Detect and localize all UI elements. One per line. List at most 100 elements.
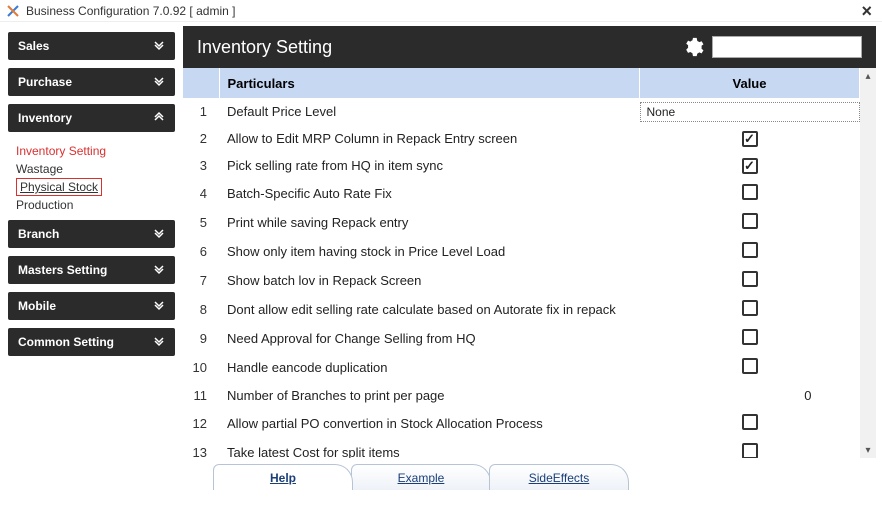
row-label: Allow to Edit MRP Column in Repack Entry… [219,125,640,152]
value-checkbox[interactable] [742,271,758,287]
sidebar-section-purchase[interactable]: Purchase [8,68,175,96]
tab-example[interactable]: Example [351,464,491,490]
page-title: Inventory Setting [197,37,332,58]
tab-sideeffects[interactable]: SideEffects [489,464,629,490]
row-value-cell [640,237,860,266]
row-value-cell [640,438,860,458]
value-checkbox[interactable] [742,358,758,374]
chevron-down-icon [153,39,165,53]
vertical-scrollbar[interactable]: ▴ ▾ [860,68,876,458]
table-row[interactable]: 8Dont allow edit selling rate calculate … [183,295,860,324]
chevron-down-icon [153,263,165,277]
sidebar-item-wastage[interactable]: Wastage [16,160,175,178]
table-row[interactable]: 12Allow partial PO convertion in Stock A… [183,409,860,438]
value-dropdown[interactable]: None [640,102,860,122]
value-checkbox[interactable] [742,213,758,229]
row-value-cell [640,152,860,179]
sidebar-section-inventory[interactable]: Inventory [8,104,175,132]
table-row[interactable]: 2Allow to Edit MRP Column in Repack Entr… [183,125,860,152]
chevron-down-icon [153,75,165,89]
column-header-number [183,68,219,98]
table-row[interactable]: 1Default Price LevelNone [183,98,860,125]
row-label: Default Price Level [219,98,640,125]
tab-label: SideEffects [529,471,590,485]
row-label: Handle eancode duplication [219,353,640,382]
window-titlebar: Business Configuration 7.0.92 [ admin ] … [0,0,882,22]
sidebar-section-mobile[interactable]: Mobile [8,292,175,320]
row-value-cell: None [640,98,860,125]
value-checkbox[interactable] [742,242,758,258]
sidebar-section-masters-setting[interactable]: Masters Setting [8,256,175,284]
value-checkbox[interactable] [742,443,758,458]
sidebar-item-physical-stock[interactable]: Physical Stock [16,178,102,196]
table-row[interactable]: 7Show batch lov in Repack Screen [183,266,860,295]
row-value-cell [640,353,860,382]
table-row[interactable]: 11Number of Branches to print per page0 [183,382,860,409]
chevron-down-icon [153,335,165,349]
sidebar-section-common-setting[interactable]: Common Setting [8,328,175,356]
column-header-value: Value [640,68,860,98]
table-row[interactable]: 5Print while saving Repack entry [183,208,860,237]
row-value-cell [640,125,860,152]
table-row[interactable]: 6Show only item having stock in Price Le… [183,237,860,266]
bottom-tabs: Help Example SideEffects [183,464,876,490]
row-label: Show only item having stock in Price Lev… [219,237,640,266]
row-value-cell [640,295,860,324]
value-checkbox[interactable] [742,131,758,147]
row-number: 12 [183,409,219,438]
sidebar-item-production[interactable]: Production [16,196,175,214]
row-number: 13 [183,438,219,458]
row-label: Allow partial PO convertion in Stock All… [219,409,640,438]
sidebar-section-sales[interactable]: Sales [8,32,175,60]
settings-grid: Particulars Value 1Default Price LevelNo… [183,68,876,458]
chevron-up-icon [153,111,165,125]
row-value-cell: 0 [640,382,860,409]
sidebar-section-label: Mobile [18,299,56,313]
sidebar-section-label: Common Setting [18,335,114,349]
main-panel: Inventory Setting Particulars Value [183,22,882,515]
gear-icon[interactable] [682,36,704,58]
row-number: 7 [183,266,219,295]
tab-label: Help [270,471,296,485]
value-checkbox[interactable] [742,184,758,200]
table-row[interactable]: 3Pick selling rate from HQ in item sync [183,152,860,179]
sidebar-section-label: Purchase [18,75,72,89]
row-label: Print while saving Repack entry [219,208,640,237]
table-row[interactable]: 10Handle eancode duplication [183,353,860,382]
row-value-cell [640,409,860,438]
column-header-particulars: Particulars [219,68,640,98]
chevron-down-icon [153,299,165,313]
row-number: 3 [183,152,219,179]
row-label: Batch-Specific Auto Rate Fix [219,179,640,208]
table-row[interactable]: 13Take latest Cost for split items [183,438,860,458]
scroll-down-arrow-icon[interactable]: ▾ [860,442,876,458]
row-number: 8 [183,295,219,324]
row-label: Dont allow edit selling rate calculate b… [219,295,640,324]
value-checkbox[interactable] [742,300,758,316]
row-number: 10 [183,353,219,382]
sidebar-section-label: Masters Setting [18,263,107,277]
row-number: 2 [183,125,219,152]
sidebar-item-inventory-setting[interactable]: Inventory Setting [16,142,175,160]
scroll-up-arrow-icon[interactable]: ▴ [860,68,876,84]
row-label: Number of Branches to print per page [219,382,640,409]
table-row[interactable]: 9Need Approval for Change Selling from H… [183,324,860,353]
value-checkbox[interactable] [742,158,758,174]
row-label: Pick selling rate from HQ in item sync [219,152,640,179]
row-number: 4 [183,179,219,208]
row-label: Take latest Cost for split items [219,438,640,458]
page-header: Inventory Setting [183,26,876,68]
row-number: 5 [183,208,219,237]
value-checkbox[interactable] [742,329,758,345]
close-button[interactable]: × [857,4,876,18]
value-number[interactable]: 0 [648,388,852,403]
value-checkbox[interactable] [742,414,758,430]
search-input[interactable] [712,36,862,58]
tab-help[interactable]: Help [213,464,353,490]
tab-label: Example [398,471,445,485]
sidebar-submenu-inventory: Inventory Setting Wastage Physical Stock… [8,140,175,220]
row-number: 9 [183,324,219,353]
app-icon [6,4,20,18]
table-row[interactable]: 4Batch-Specific Auto Rate Fix [183,179,860,208]
sidebar-section-branch[interactable]: Branch [8,220,175,248]
